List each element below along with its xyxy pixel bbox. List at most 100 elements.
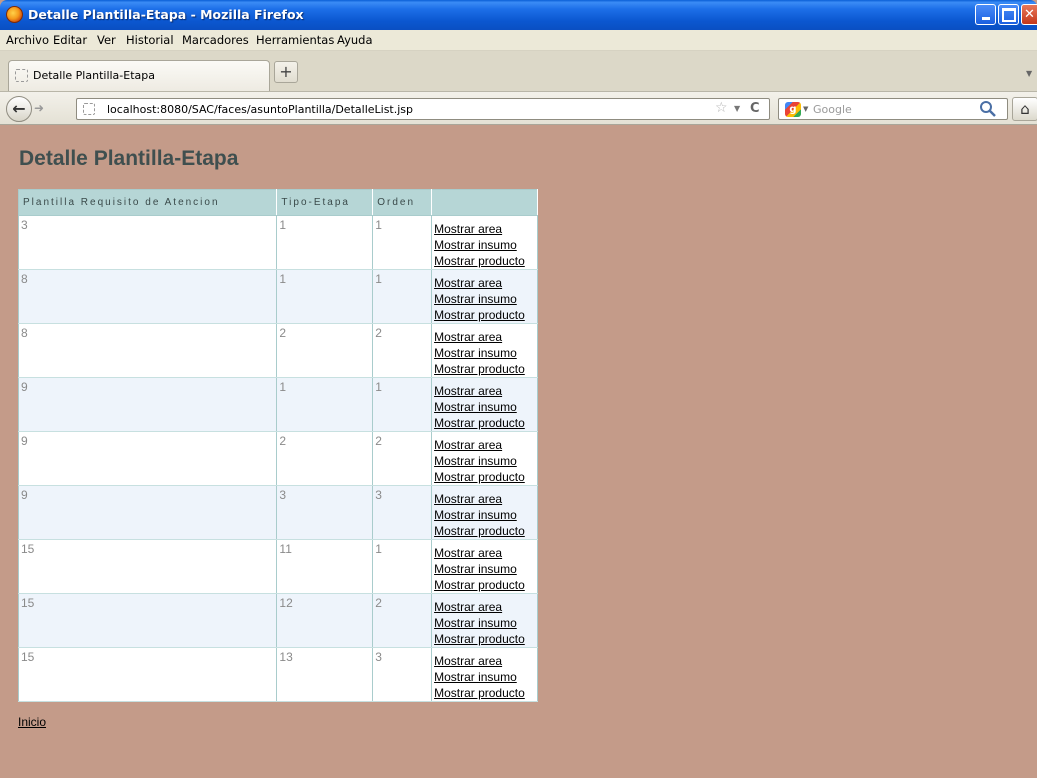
cell-plantilla: 15 (18, 647, 278, 702)
bookmark-star-icon[interactable]: ☆ (715, 100, 728, 116)
mostrar-area-link[interactable]: Mostrar area (434, 437, 535, 453)
mostrar-producto-link[interactable]: Mostrar producto (434, 523, 535, 539)
search-icon[interactable] (979, 100, 997, 118)
inicio-link[interactable]: Inicio (18, 715, 46, 729)
mostrar-insumo-link[interactable]: Mostrar insumo (434, 453, 535, 469)
close-button[interactable]: ✕ (1021, 4, 1037, 25)
minimize-button[interactable] (975, 4, 996, 25)
forward-button[interactable]: ➜ (34, 101, 44, 115)
mostrar-area-link[interactable]: Mostrar area (434, 491, 535, 507)
table-row: 15 11 1 Mostrar area Mostrar insumo Most… (18, 539, 538, 594)
cell-plantilla: 3 (18, 215, 278, 270)
mostrar-insumo-link[interactable]: Mostrar insumo (434, 669, 535, 685)
cell-orden: 2 (372, 593, 433, 648)
column-header-orden: Orden (372, 189, 433, 216)
cell-tipo-etapa: 12 (276, 593, 374, 648)
mostrar-producto-link[interactable]: Mostrar producto (434, 577, 535, 593)
search-bar[interactable]: g ▼ Google (778, 98, 1008, 120)
cell-orden: 1 (372, 377, 433, 432)
cell-actions: Mostrar area Mostrar insumo Mostrar prod… (431, 485, 538, 540)
history-dropdown-icon[interactable]: ▼ (734, 104, 740, 113)
cell-actions: Mostrar area Mostrar insumo Mostrar prod… (431, 431, 538, 486)
mostrar-producto-link[interactable]: Mostrar producto (434, 415, 535, 431)
minimize-icon (976, 5, 995, 24)
cell-orden: 1 (372, 269, 433, 324)
mostrar-producto-link[interactable]: Mostrar producto (434, 307, 535, 323)
mostrar-insumo-link[interactable]: Mostrar insumo (434, 507, 535, 523)
cell-tipo-etapa: 3 (276, 485, 374, 540)
firefox-icon (6, 6, 23, 23)
search-engine-dropdown-icon[interactable]: ▼ (803, 105, 808, 113)
menu-bar: Archivo Editar Ver Historial Marcadores … (0, 30, 1037, 51)
table-row: 15 13 3 Mostrar area Mostrar insumo Most… (18, 647, 538, 702)
cell-plantilla: 9 (18, 485, 278, 540)
cell-plantilla: 8 (18, 323, 278, 378)
window-title-bar[interactable]: Detalle Plantilla-Etapa - Mozilla Firefo… (0, 0, 1037, 30)
tab-detalle-plantilla-etapa[interactable]: Detalle Plantilla-Etapa (8, 60, 270, 91)
menu-historial[interactable]: Historial (126, 33, 174, 47)
mostrar-producto-link[interactable]: Mostrar producto (434, 469, 535, 485)
tab-strip: Detalle Plantilla-Etapa + ▼ (0, 51, 1037, 91)
google-engine-icon[interactable]: g (785, 102, 801, 117)
cell-tipo-etapa: 11 (276, 539, 374, 594)
menu-ver[interactable]: Ver (97, 33, 116, 47)
table-header-row: Plantilla Requisito de Atencion Tipo-Eta… (18, 189, 538, 216)
mostrar-area-link[interactable]: Mostrar area (434, 545, 535, 561)
mostrar-area-link[interactable]: Mostrar area (434, 653, 535, 669)
back-button[interactable]: ← (6, 96, 32, 122)
cell-plantilla: 9 (18, 377, 278, 432)
home-icon: ⌂ (1020, 100, 1030, 118)
table-row: 9 3 3 Mostrar area Mostrar insumo Mostra… (18, 485, 538, 540)
table-row: 9 2 2 Mostrar area Mostrar insumo Mostra… (18, 431, 538, 486)
mostrar-producto-link[interactable]: Mostrar producto (434, 361, 535, 377)
close-icon: ✕ (1024, 7, 1035, 22)
mostrar-insumo-link[interactable]: Mostrar insumo (434, 561, 535, 577)
menu-ayuda[interactable]: Ayuda (337, 33, 373, 47)
mostrar-area-link[interactable]: Mostrar area (434, 275, 535, 291)
mostrar-insumo-link[interactable]: Mostrar insumo (434, 345, 535, 361)
mostrar-area-link[interactable]: Mostrar area (434, 599, 535, 615)
home-button[interactable]: ⌂ (1012, 97, 1037, 121)
mostrar-area-link[interactable]: Mostrar area (434, 329, 535, 345)
maximize-icon (999, 5, 1018, 24)
menu-herramientas[interactable]: Herramientas (256, 33, 334, 47)
mostrar-area-link[interactable]: Mostrar area (434, 383, 535, 399)
detalle-table: Plantilla Requisito de Atencion Tipo-Eta… (18, 189, 538, 702)
mostrar-insumo-link[interactable]: Mostrar insumo (434, 237, 535, 253)
list-all-tabs-icon[interactable]: ▼ (1026, 69, 1032, 78)
menu-marcadores[interactable]: Marcadores (182, 33, 249, 47)
address-bar[interactable]: localhost:8080/SAC/faces/asuntoPlantilla… (76, 98, 770, 120)
mostrar-insumo-link[interactable]: Mostrar insumo (434, 615, 535, 631)
cell-tipo-etapa: 13 (276, 647, 374, 702)
mostrar-producto-link[interactable]: Mostrar producto (434, 253, 535, 269)
maximize-button[interactable] (998, 4, 1019, 25)
cell-plantilla: 8 (18, 269, 278, 324)
mostrar-insumo-link[interactable]: Mostrar insumo (434, 399, 535, 415)
cell-tipo-etapa: 1 (276, 269, 374, 324)
column-header-actions (431, 189, 538, 216)
tab-label: Detalle Plantilla-Etapa (33, 69, 155, 82)
back-arrow-icon: ← (12, 99, 26, 118)
site-identity-icon[interactable] (83, 103, 95, 115)
table-row: 8 2 2 Mostrar area Mostrar insumo Mostra… (18, 323, 538, 378)
new-tab-button[interactable]: + (274, 61, 298, 83)
menu-editar[interactable]: Editar (53, 33, 87, 47)
cell-plantilla: 9 (18, 431, 278, 486)
mostrar-producto-link[interactable]: Mostrar producto (434, 631, 535, 647)
cell-tipo-etapa: 1 (276, 377, 374, 432)
cell-orden: 2 (372, 431, 433, 486)
mostrar-producto-link[interactable]: Mostrar producto (434, 685, 535, 701)
cell-actions: Mostrar area Mostrar insumo Mostrar prod… (431, 377, 538, 432)
url-text[interactable]: localhost:8080/SAC/faces/asuntoPlantilla… (107, 103, 413, 116)
reload-icon[interactable]: C (750, 101, 760, 116)
menu-archivo[interactable]: Archivo (6, 33, 49, 47)
table-row: 3 1 1 Mostrar area Mostrar insumo Mostra… (18, 215, 538, 270)
cell-tipo-etapa: 2 (276, 431, 374, 486)
cell-plantilla: 15 (18, 593, 278, 648)
page-title: Detalle Plantilla-Etapa (19, 147, 239, 170)
page-favicon-icon (15, 69, 28, 82)
mostrar-area-link[interactable]: Mostrar area (434, 221, 535, 237)
column-header-plantilla: Plantilla Requisito de Atencion (18, 189, 278, 216)
column-header-tipo-etapa: Tipo-Etapa (276, 189, 374, 216)
mostrar-insumo-link[interactable]: Mostrar insumo (434, 291, 535, 307)
